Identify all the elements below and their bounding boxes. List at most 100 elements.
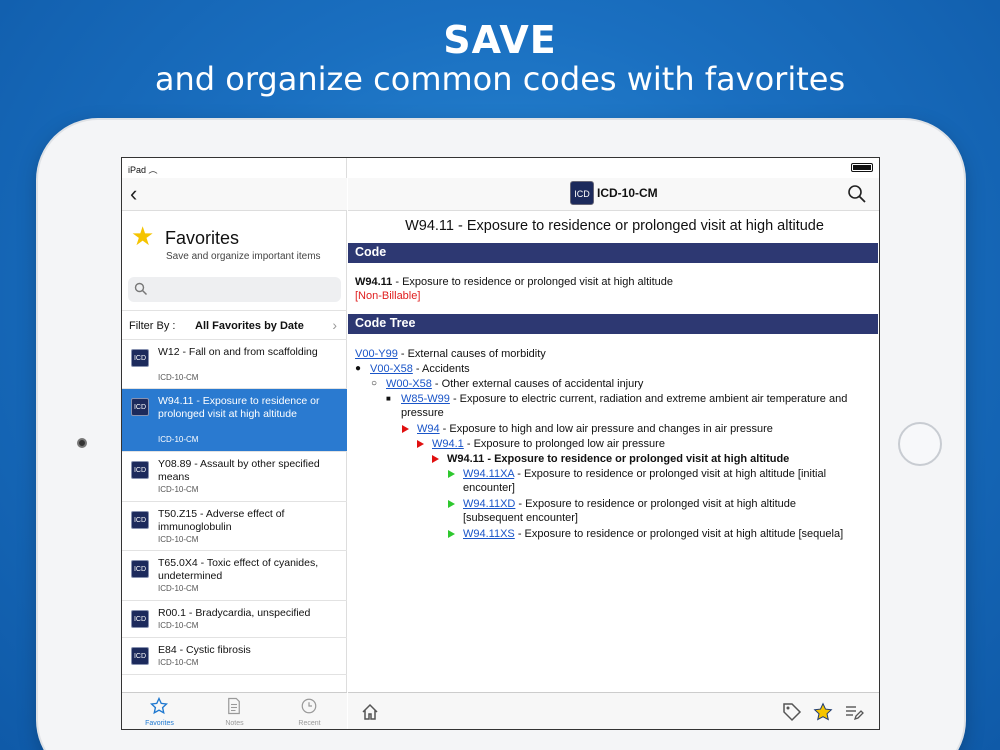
- tag-icon[interactable]: [782, 702, 802, 722]
- tab-label: Notes: [225, 720, 244, 727]
- icd-icon: ICD: [131, 647, 149, 665]
- icd-icon: ICD: [131, 560, 149, 578]
- tree-desc: - Accidents: [412, 363, 470, 375]
- tree-desc: - Other external causes of accidental in…: [431, 378, 644, 390]
- tree-code-link[interactable]: W85-W99: [401, 393, 450, 405]
- code-line: W94.11 - Exposure to residence or prolon…: [355, 276, 673, 288]
- headline-subtitle: and organize common codes with favorites: [154, 60, 846, 98]
- tab-favorites[interactable]: Favorites: [122, 693, 197, 729]
- triangle-right-icon: [417, 440, 424, 448]
- tree-row: V00-Y99 - External causes of morbidity: [355, 347, 546, 361]
- icd-icon: ICD: [131, 610, 149, 628]
- search-icon: [134, 282, 148, 296]
- tab-notes[interactable]: Notes: [197, 693, 272, 729]
- list-item[interactable]: ICD Y08.89 - Assault by other specified …: [122, 452, 347, 502]
- list-item-subtitle: ICD-10-CM: [158, 584, 199, 593]
- icd-icon: ICD: [131, 461, 149, 479]
- search-icon[interactable]: [847, 184, 867, 204]
- detail-title: W94.11 - Exposure to residence or prolon…: [405, 218, 824, 234]
- tree-desc-continued: encounter]: [463, 482, 515, 494]
- code-description: - Exposure to residence or prolonged vis…: [392, 276, 673, 288]
- tree-desc: - Exposure to electric current, radiatio…: [449, 393, 848, 405]
- tree-code-link[interactable]: W94.11XD: [463, 498, 515, 510]
- tree-code-link[interactable]: W94.11XS: [463, 528, 515, 540]
- code-section-header: Code: [348, 243, 878, 263]
- app-title: ICD-10-CM: [597, 186, 658, 200]
- list-item-subtitle: ICD-10-CM: [158, 658, 199, 667]
- tree-desc-continued: [subsequent encounter]: [463, 512, 578, 524]
- star-icon: ★: [131, 221, 155, 251]
- list-item-title: T65.0X4 - Toxic effect of cyanides, unde…: [158, 557, 319, 582]
- filter-value: All Favorites by Date: [195, 320, 304, 332]
- list-item[interactable]: ICD W94.11 - Exposure to residence or pr…: [122, 389, 347, 452]
- bullet-disc-icon: ●: [355, 363, 362, 374]
- list-item[interactable]: ICD T50.Z15 - Adverse effect of immunogl…: [122, 502, 347, 551]
- tree-code-link[interactable]: W94: [417, 423, 440, 435]
- tab-label: Favorites: [145, 720, 174, 727]
- triangle-right-icon: [402, 425, 409, 433]
- sidebar-navbar: ‹: [122, 178, 347, 211]
- billable-status: [Non-Billable]: [355, 290, 421, 302]
- filter-by-row[interactable]: Filter By : All Favorites by Date ›: [122, 310, 347, 340]
- list-item-title: Y08.89 - Assault by other specified mean…: [158, 458, 320, 483]
- icd-icon: ICD: [131, 349, 149, 367]
- detail-toolbar: [348, 692, 879, 729]
- detail-pane: ICD ICD-10-CM W94.11 - Exposure to resid…: [348, 158, 879, 729]
- list-item[interactable]: ICD W12 - Fall on and from scaffolding I…: [122, 340, 347, 389]
- list-item[interactable]: ICD R00.1 - Bradycardia, unspecified ICD…: [122, 601, 347, 638]
- sidebar: ‹ ★ Favorites Save and organize importan…: [122, 158, 347, 729]
- favorites-subtitle: Save and organize important items: [166, 251, 321, 262]
- tree-desc: - Exposure to high and low air pressure …: [439, 423, 773, 435]
- notes-edit-icon[interactable]: [844, 702, 864, 722]
- tree-code-link[interactable]: W00-X58: [386, 378, 432, 390]
- icd-icon: ICD: [131, 511, 149, 529]
- search-input[interactable]: [152, 281, 332, 298]
- list-item-subtitle: ICD-10-CM: [158, 373, 199, 382]
- tab-recent[interactable]: Recent: [272, 693, 347, 729]
- home-button[interactable]: [898, 422, 942, 466]
- triangle-right-icon: [432, 455, 439, 463]
- carrier-label: iPad ︵: [128, 165, 158, 175]
- tree-code-link[interactable]: V00-Y99: [355, 348, 398, 360]
- list-item[interactable]: ICD T65.0X4 - Toxic effect of cyanides, …: [122, 551, 347, 601]
- bullet-circle-icon: ○: [371, 378, 378, 389]
- chevron-right-icon: ›: [332, 317, 337, 333]
- code-value: W94.11: [355, 276, 393, 288]
- tab-label: Recent: [298, 720, 321, 727]
- triangle-right-icon: [448, 530, 455, 538]
- back-chevron-icon[interactable]: ‹: [130, 183, 137, 205]
- favorites-title: Favorites: [165, 228, 240, 248]
- tree-code-link[interactable]: W94.1: [432, 438, 464, 450]
- tab-bar: Favorites Notes Recent: [122, 692, 347, 729]
- battery-icon: [851, 163, 873, 172]
- home-icon[interactable]: [360, 702, 380, 722]
- app-logo: ICD: [570, 181, 594, 205]
- tree-code-link[interactable]: V00-X58: [370, 363, 413, 375]
- list-item-subtitle: ICD-10-CM: [158, 485, 199, 494]
- star-filled-icon[interactable]: [813, 702, 833, 722]
- app-screen: ‹ ★ Favorites Save and organize importan…: [121, 157, 880, 730]
- triangle-right-icon: [448, 500, 455, 508]
- tree-desc: - Exposure to residence or prolonged vis…: [514, 468, 827, 480]
- favorites-list: ICD W12 - Fall on and from scaffolding I…: [122, 340, 347, 675]
- list-item-title: R00.1 - Bradycardia, unspecified: [158, 607, 311, 619]
- tree-desc: - Exposure to residence or prolonged vis…: [484, 453, 790, 465]
- list-item-title: T50.Z15 - Adverse effect of immunoglobul…: [158, 508, 285, 533]
- list-item-subtitle: ICD-10-CM: [158, 621, 199, 630]
- favorites-header: ★ Favorites Save and organize important …: [122, 211, 347, 271]
- tree-desc: - Exposure to residence or prolonged vis…: [514, 528, 844, 540]
- headline-save: SAVE: [443, 18, 557, 62]
- detail-navbar: ICD ICD-10-CM: [348, 178, 879, 211]
- icd-icon: ICD: [131, 398, 149, 416]
- list-item[interactable]: ICD E84 - Cystic fibrosis ICD-10-CM: [122, 638, 347, 675]
- search-bar[interactable]: [128, 277, 341, 302]
- star-icon: [150, 697, 168, 715]
- code-tree-section-header: Code Tree: [348, 314, 878, 334]
- tree-desc: - Exposure to prolonged low air pressure: [463, 438, 665, 450]
- filter-label: Filter By :: [129, 320, 176, 332]
- notes-icon: [228, 697, 240, 715]
- tree-code-current: W94.11: [447, 453, 485, 465]
- triangle-right-icon: [448, 470, 455, 478]
- tree-code-link[interactable]: W94.11XA: [463, 468, 514, 480]
- bullet-square-icon: ■: [386, 394, 391, 403]
